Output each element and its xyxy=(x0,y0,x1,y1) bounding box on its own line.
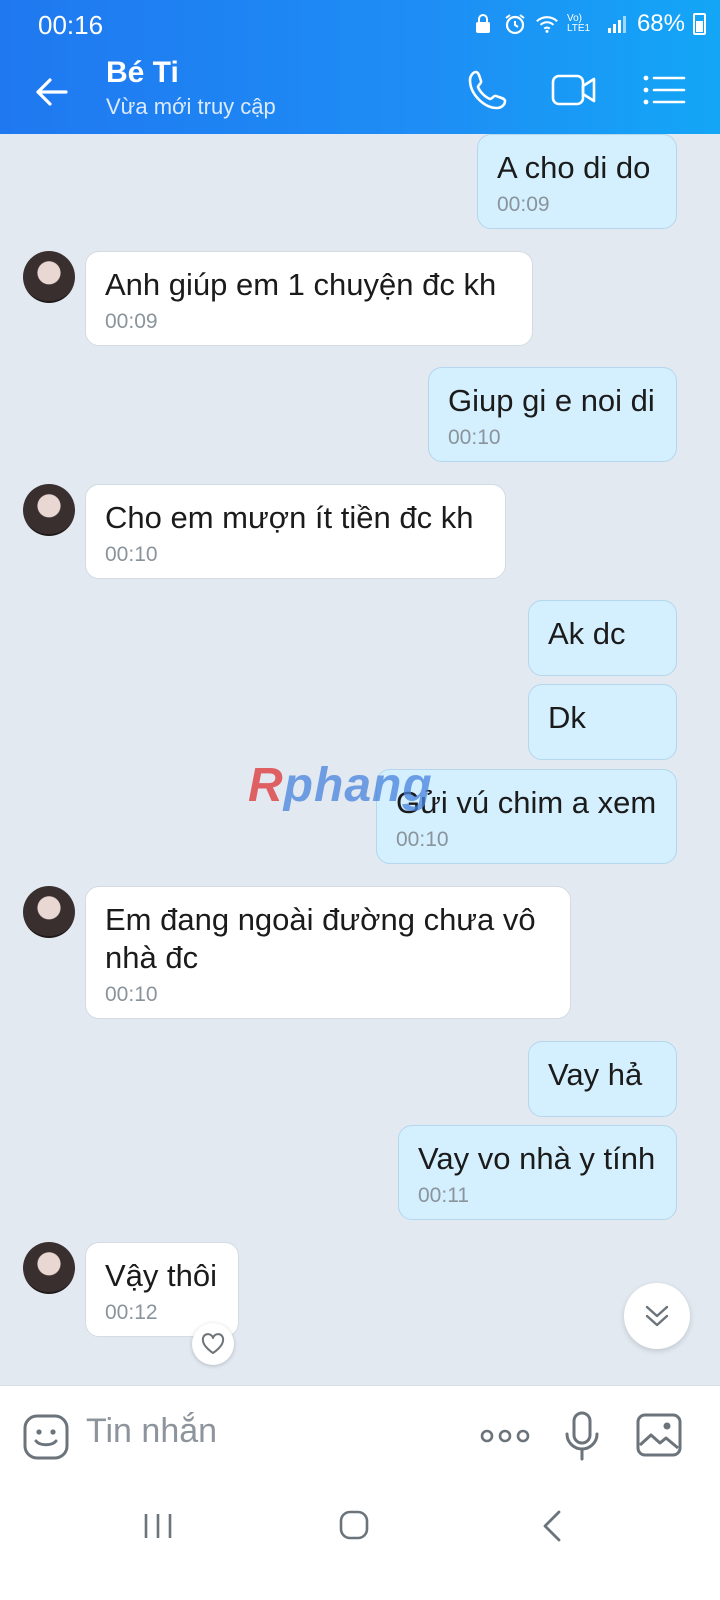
network-label: Vo) LTE1 xyxy=(566,13,591,34)
menu-button[interactable] xyxy=(640,66,688,114)
heart-icon xyxy=(201,1333,225,1354)
watermark-word: phang xyxy=(283,759,433,812)
avatar[interactable] xyxy=(23,251,75,303)
home-button[interactable] xyxy=(338,1509,370,1546)
nav-back-icon xyxy=(543,1510,561,1542)
message-input[interactable]: Tin nhắn xyxy=(86,1412,217,1451)
status-time: 00:16 xyxy=(38,10,104,40)
home-icon xyxy=(339,1510,369,1540)
video-icon xyxy=(551,74,596,106)
avatar[interactable] xyxy=(23,886,75,938)
message-bubble[interactable]: Vay vo nhà y tính 00:11 xyxy=(398,1125,677,1220)
sticker-icon xyxy=(23,1414,69,1460)
message-time: 00:10 xyxy=(396,828,449,851)
react-button[interactable] xyxy=(192,1323,234,1365)
sticker-button[interactable] xyxy=(22,1413,70,1466)
message-time: 00:09 xyxy=(105,310,158,333)
recents-button[interactable] xyxy=(142,1511,174,1546)
battery-percent: 68% xyxy=(636,10,685,37)
message-bubble[interactable]: Cho em mượn ít tiền đc kh 00:10 xyxy=(85,484,506,579)
message-text: Gửi vú chim a xem xyxy=(396,785,657,820)
message-bubble[interactable]: Anh giúp em 1 chuyện đc kh 00:09 xyxy=(85,251,533,346)
phone-icon xyxy=(468,70,507,110)
message-time: 00:10 xyxy=(105,983,158,1006)
scroll-to-bottom-button[interactable] xyxy=(624,1283,690,1349)
mic-icon xyxy=(565,1411,599,1461)
more-button[interactable] xyxy=(480,1422,530,1455)
message-text: Dk xyxy=(548,700,586,735)
message-bubble[interactable]: Ak dc xyxy=(528,600,677,676)
message-text: Vay vo nhà y tính xyxy=(418,1141,656,1176)
watermark-letter: R xyxy=(248,759,284,812)
message-time: 00:09 xyxy=(497,193,550,216)
message-text: Giup gi e noi di xyxy=(448,383,655,418)
video-call-button[interactable] xyxy=(550,66,598,114)
contact-name[interactable]: Bé Ti xyxy=(106,56,179,90)
message-bubble[interactable]: Dk xyxy=(528,684,677,760)
avatar[interactable] xyxy=(23,1242,75,1294)
message-text: Cho em mượn ít tiền đc kh xyxy=(105,500,474,535)
recents-icon xyxy=(144,1514,172,1538)
system-nav-bar xyxy=(0,1485,720,1600)
back-icon xyxy=(36,78,68,106)
back-button[interactable] xyxy=(30,70,74,114)
message-text: Anh giúp em 1 chuyện đc kh xyxy=(105,267,497,302)
message-text: Ak dc xyxy=(548,616,626,651)
contact-status: Vừa mới truy cập xyxy=(106,94,276,119)
message-time: 00:10 xyxy=(448,426,501,449)
voice-button[interactable] xyxy=(562,1410,602,1467)
message-bubble[interactable]: Em đang ngoài đường chưa vô nhà đc 00:10 xyxy=(85,886,571,1019)
image-icon xyxy=(636,1413,682,1457)
list-icon xyxy=(643,75,686,105)
battery-icon xyxy=(693,13,706,35)
message-text: Vậy thôi xyxy=(105,1258,218,1293)
status-icons: Vo) LTE1 68% xyxy=(471,10,706,38)
alarm-icon xyxy=(503,13,527,35)
gallery-button[interactable] xyxy=(635,1412,683,1463)
signal-icon xyxy=(605,13,629,35)
call-button[interactable] xyxy=(464,66,512,114)
lock-icon xyxy=(471,13,495,35)
message-time: 00:12 xyxy=(105,1301,158,1324)
message-time: 00:11 xyxy=(418,1184,469,1207)
more-icon xyxy=(480,1429,530,1443)
nav-back-button[interactable] xyxy=(540,1509,564,1548)
wifi-icon xyxy=(535,13,559,35)
watermark-logo: Rphang xyxy=(248,758,433,813)
avatar[interactable] xyxy=(23,484,75,536)
message-text: A cho di do xyxy=(497,150,651,185)
message-time: 00:10 xyxy=(105,543,158,566)
message-bubble[interactable]: Vay hả xyxy=(528,1041,677,1117)
message-text: Em đang ngoài đường chưa vô nhà đc xyxy=(105,902,536,975)
chevron-double-down-icon xyxy=(645,1305,669,1327)
message-composer: Tin nhắn xyxy=(0,1385,720,1486)
message-bubble[interactable]: A cho di do 00:09 xyxy=(477,134,677,229)
message-bubble[interactable]: Giup gi e noi di 00:10 xyxy=(428,367,677,462)
message-text: Vay hả xyxy=(548,1057,643,1092)
